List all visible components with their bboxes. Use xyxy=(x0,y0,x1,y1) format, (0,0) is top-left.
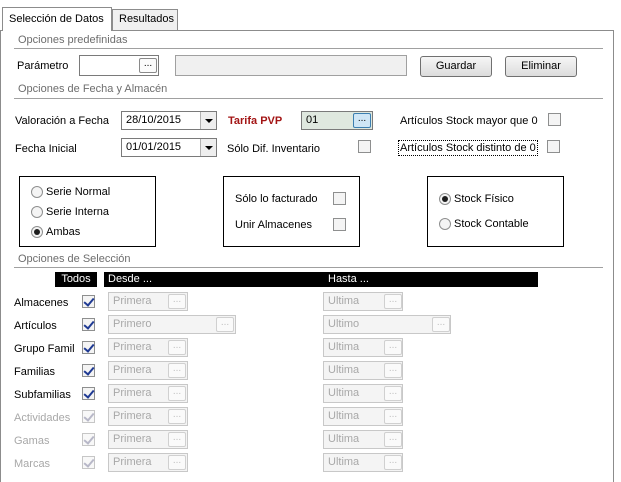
ambas-radio[interactable] xyxy=(31,226,43,238)
section-title-predefinidas: Opciones predefinidas xyxy=(18,34,128,46)
unir-almacenes-checkbox[interactable] xyxy=(333,218,346,231)
stock-distinto-checkbox[interactable] xyxy=(547,140,560,153)
valoracion-label: Valoración a Fecha xyxy=(15,115,109,127)
hasta-lookup-button: ... xyxy=(432,317,450,332)
todos-header: Todos xyxy=(55,272,97,287)
eliminar-label: Eliminar xyxy=(521,60,561,72)
valoracion-dropdown-arrow-icon[interactable] xyxy=(200,112,216,129)
desde-lookup-button: ... xyxy=(168,363,186,378)
stock-fisico-label: Stock Físico xyxy=(454,193,514,205)
desde-lookup-button: ... xyxy=(168,432,186,447)
todos-checkbox[interactable] xyxy=(82,364,95,377)
tab-seleccion-datos[interactable]: Selección de Datos xyxy=(2,7,112,31)
parametro-lookup-button[interactable]: ... xyxy=(139,58,157,73)
hasta-lookup-button: ... xyxy=(384,386,402,401)
guardar-button[interactable]: Guardar xyxy=(420,56,492,77)
hasta-lookup-button: ... xyxy=(384,409,402,424)
ambas-label: Ambas xyxy=(46,226,81,238)
section-divider xyxy=(14,267,603,268)
section-divider xyxy=(14,98,603,99)
serie-normal-radio[interactable] xyxy=(31,186,43,198)
serie-normal-label: Serie Normal xyxy=(46,186,111,198)
fecha-inicial-label: Fecha Inicial xyxy=(15,143,77,155)
desde-lookup-button: ... xyxy=(168,340,186,355)
desde-lookup-button: ... xyxy=(168,294,186,309)
section-title-seleccion: Opciones de Selección xyxy=(18,253,131,265)
row-label: Actividades xyxy=(14,412,71,424)
tarifa-pvp-label: Tarifa PVP xyxy=(228,115,283,127)
todos-checkbox xyxy=(82,433,95,446)
hasta-header: Hasta ... xyxy=(324,272,538,287)
unir-almacenes-label: Unir Almacenes xyxy=(235,219,313,231)
hasta-lookup-button: ... xyxy=(384,432,402,447)
row-label: Familias xyxy=(14,366,55,378)
desde-lookup-button: ... xyxy=(216,317,234,332)
eliminar-button[interactable]: Eliminar xyxy=(505,56,577,77)
row-label: Gamas xyxy=(14,435,50,447)
todos-checkbox[interactable] xyxy=(82,295,95,308)
todos-checkbox xyxy=(82,410,95,423)
tarifa-lookup-button[interactable]: ... xyxy=(353,113,371,128)
tab-strip: Selección de Datos Resultados xyxy=(0,0,621,31)
stock-distinto-label: Artículos Stock distinto de 0 xyxy=(398,140,538,156)
guardar-label: Guardar xyxy=(435,60,477,72)
row-label: Grupo Famil xyxy=(14,343,75,355)
todos-checkbox[interactable] xyxy=(82,318,95,331)
row-label: Marcas xyxy=(14,458,51,470)
todos-checkbox xyxy=(82,456,95,469)
parametro-label: Parámetro xyxy=(17,60,69,72)
facturado-group xyxy=(223,176,360,247)
hasta-lookup-button: ... xyxy=(384,363,402,378)
stock-mayor-checkbox[interactable] xyxy=(548,113,561,126)
solo-facturado-checkbox[interactable] xyxy=(333,192,346,205)
row-label: Artículos xyxy=(14,320,57,332)
solo-facturado-label: Sólo lo facturado xyxy=(235,193,318,205)
fecha-inicial-dropdown-arrow-icon[interactable] xyxy=(200,139,216,156)
section-divider xyxy=(14,48,603,49)
solo-dif-label: Sólo Dif. Inventario xyxy=(227,143,320,155)
stock-fisico-radio[interactable] xyxy=(439,193,451,205)
hasta-lookup-button: ... xyxy=(384,294,402,309)
row-label: Subfamilias xyxy=(14,389,71,401)
serie-interna-radio[interactable] xyxy=(31,206,43,218)
desde-header: Desde ... xyxy=(104,272,324,287)
todos-checkbox[interactable] xyxy=(82,387,95,400)
tab-resultados[interactable]: Resultados xyxy=(112,9,178,30)
section-title-fecha: Opciones de Fecha y Almacén xyxy=(18,83,168,95)
desde-lookup-button: ... xyxy=(168,409,186,424)
stock-contable-radio[interactable] xyxy=(439,218,451,230)
parametro-descripcion-field xyxy=(175,55,407,76)
row-label: Almacenes xyxy=(14,297,69,309)
solo-dif-checkbox[interactable] xyxy=(358,140,371,153)
desde-lookup-button: ... xyxy=(168,386,186,401)
stock-mayor-label: Artículos Stock mayor que 0 xyxy=(400,115,538,127)
fecha-inicial-date-value: 01/01/2015 xyxy=(126,141,182,153)
stock-group xyxy=(427,176,564,247)
todos-checkbox[interactable] xyxy=(82,341,95,354)
valoracion-date-value: 28/10/2015 xyxy=(126,114,182,126)
desde-lookup-button: ... xyxy=(168,455,186,470)
stock-contable-label: Stock Contable xyxy=(454,218,529,230)
hasta-lookup-button: ... xyxy=(384,340,402,355)
hasta-lookup-button: ... xyxy=(384,455,402,470)
serie-interna-label: Serie Interna xyxy=(46,206,109,218)
